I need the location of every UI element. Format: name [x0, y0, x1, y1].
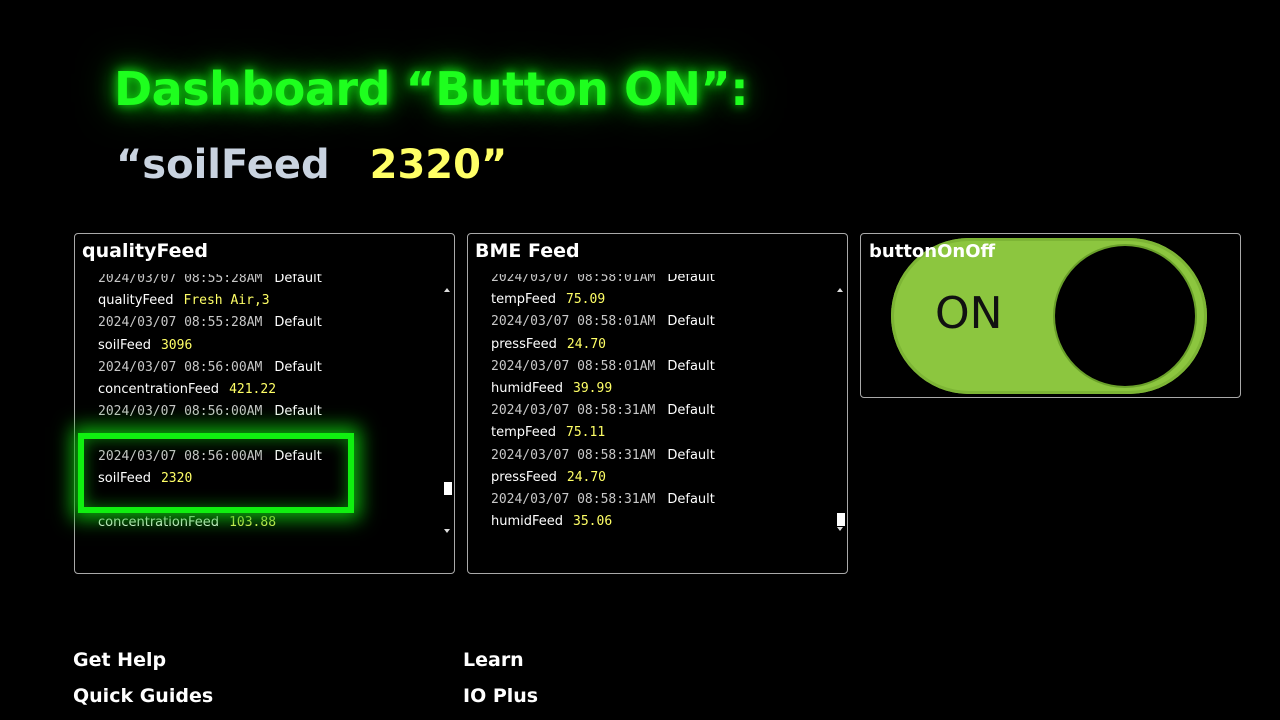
quality-feed-title: qualityFeed [82, 240, 209, 262]
log-feed-name: pressFeed [491, 336, 557, 352]
scroll-down-icon[interactable] [444, 529, 450, 533]
log-timestamp: 2024/03/07 08:58:01AM [491, 314, 656, 330]
log-row: pressFeed 24.70 [491, 467, 715, 489]
log-row: concentrationFeed 103.88 [98, 512, 322, 534]
log-group: Default [667, 274, 715, 285]
log-row: soilFeed 2320 [98, 468, 322, 490]
subheading-feed: soilFeed [142, 142, 330, 188]
log-row: 2024/03/07 08:58:01AM Default [491, 311, 715, 333]
quick-guides-link[interactable]: Quick Guides [73, 685, 213, 707]
log-row: qualityFeed Fresh Air,3 [98, 290, 322, 312]
log-feed-value: 24.70 [566, 336, 607, 352]
toggle-knob[interactable] [1055, 246, 1195, 386]
log-feed-value: 3096 [160, 337, 193, 353]
log-group: Default [274, 359, 322, 375]
log-group: Default [274, 274, 322, 286]
log-timestamp: 2024/03/07 08:58:01AM [491, 274, 656, 285]
log-row: 2024/03/07 08:56:00AM Default [98, 446, 322, 468]
io-plus-link[interactable]: IO Plus [463, 685, 538, 707]
log-group: Default [667, 491, 715, 507]
log-feed-value: 24.70 [566, 469, 607, 485]
slide-heading: Dashboard “Button ON”: [114, 62, 749, 116]
button-onoff-title: buttonOnOff [869, 241, 996, 262]
log-feed-value: Fresh Air,3 [183, 293, 270, 309]
log-row: tempFeed 75.09 [491, 289, 715, 311]
log-group: Default [667, 403, 715, 419]
log-feed-value: 103.88 [229, 515, 277, 531]
close-quote: ” [480, 142, 508, 188]
log-row [98, 423, 322, 445]
log-feed-value: 75.11 [566, 425, 606, 441]
log-feed-name: concentrationFeed [98, 381, 220, 397]
log-feed-name: pressFeed [491, 469, 557, 485]
log-row: 2024/03/07 08:56:00AM Default [98, 357, 322, 379]
log-group: Default [274, 448, 322, 464]
log-row: 2024/03/07 08:58:01AM Default [491, 274, 715, 289]
bme-feed-panel: BME Feed 2024/03/07 08:58:01AM Default tem… [467, 233, 848, 574]
log-row: humidFeed 35.06 [491, 511, 715, 533]
log-feed-value: 421.22 [229, 381, 277, 397]
scroll-down-icon[interactable] [837, 527, 843, 531]
log-row: humidFeed 39.99 [491, 378, 715, 400]
log-row: concentrationFeed 421.22 [98, 379, 322, 401]
scroll-up-icon[interactable] [444, 288, 450, 292]
log-group: Default [274, 404, 322, 420]
log-row: 2024/03/07 08:58:31AM Default [491, 400, 715, 422]
log-row: pressFeed 24.70 [491, 334, 715, 356]
scrollbar-thumb[interactable] [444, 482, 452, 495]
log-feed-name: tempFeed [491, 292, 557, 308]
log-feed-name: soilFeed [98, 470, 151, 486]
log-feed-name: humidFeed [491, 514, 564, 530]
log-row: 2024/03/07 08:58:01AM Default [491, 356, 715, 378]
open-quote: “ [116, 142, 143, 188]
log-row: 2024/03/07 08:58:31AM Default [491, 445, 715, 467]
log-group: Default [274, 315, 322, 331]
log-row: 2024/03/07 08:56:00AM Default [98, 401, 322, 423]
learn-link[interactable]: Learn [463, 649, 524, 671]
log-feed-name: humidFeed [491, 380, 564, 396]
log-feed-value: 39.99 [573, 380, 613, 396]
log-row: soilFeed 3096 [98, 335, 322, 357]
toggle-state-label: ON [935, 288, 1003, 339]
log-row: tempFeed 75.11 [491, 422, 715, 444]
log-timestamp: 2024/03/07 08:56:00AM [98, 404, 263, 420]
log-feed-value: 2320 [160, 470, 193, 486]
log-row: 2024/03/07 08:55:28AM Default [98, 312, 322, 334]
log-feed-value: 35.06 [573, 514, 613, 530]
log-row [98, 490, 322, 512]
log-group: Default [667, 358, 715, 374]
log-timestamp: 2024/03/07 08:55:28AM [98, 315, 263, 331]
subheading-value: 2320 [369, 142, 481, 188]
scrollbar-thumb[interactable] [837, 513, 845, 526]
log-feed-name: soilFeed [98, 337, 151, 353]
log-timestamp: 2024/03/07 08:58:31AM [491, 403, 656, 419]
bme-feed-title: BME Feed [475, 240, 580, 262]
log-group: Default [667, 314, 715, 330]
slide-subheading: “soilFeed 2320” [116, 142, 507, 188]
log-feed-name: concentrationFeed [98, 515, 220, 531]
bme-feed-log[interactable]: 2024/03/07 08:58:01AM Default tempFeed 75.0… [491, 274, 821, 570]
scroll-up-icon[interactable] [837, 288, 843, 292]
log-timestamp: 2024/03/07 08:58:31AM [491, 491, 656, 507]
get-help-link[interactable]: Get Help [73, 649, 166, 671]
log-timestamp: 2024/03/07 08:58:31AM [491, 447, 656, 463]
log-group: Default [667, 447, 715, 463]
log-feed-name: tempFeed [491, 425, 557, 441]
log-row: 2024/03/07 08:58:31AM Default [491, 489, 715, 511]
log-timestamp: 2024/03/07 08:58:01AM [491, 358, 656, 374]
quality-feed-panel: qualityFeed 2024/03/07 08:55:28AM Default… [74, 233, 455, 574]
log-row: 2024/03/07 08:55:28AM Default [98, 274, 322, 290]
log-timestamp: 2024/03/07 08:56:00AM [98, 448, 263, 464]
log-timestamp: 2024/03/07 08:55:28AM [98, 274, 263, 286]
log-feed-value: 75.09 [566, 292, 606, 308]
log-feed-name: qualityFeed [98, 293, 174, 309]
log-timestamp: 2024/03/07 08:56:00AM [98, 359, 263, 375]
quality-feed-log[interactable]: 2024/03/07 08:55:28AM Default qualityFeed F… [98, 274, 428, 570]
